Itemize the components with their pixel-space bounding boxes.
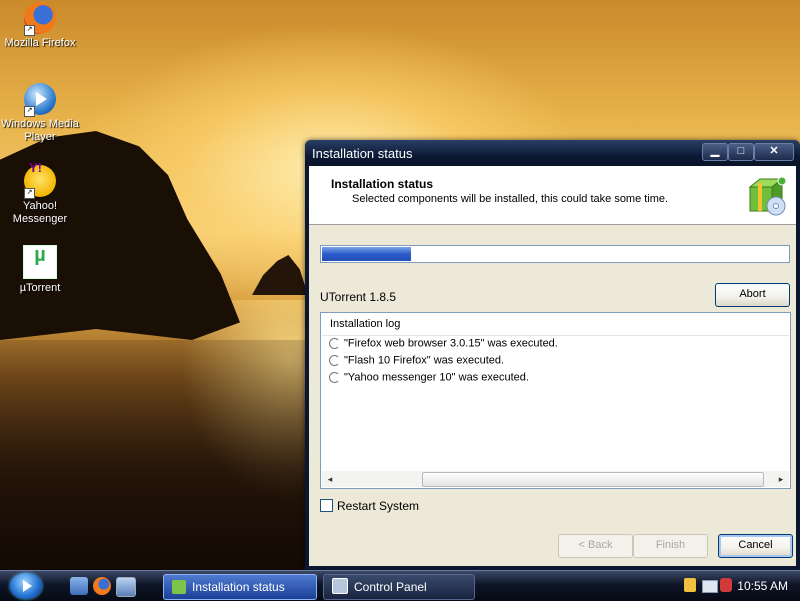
network-icon[interactable] — [702, 580, 718, 593]
finish-button[interactable]: Finish — [633, 534, 708, 558]
wallpaper-rock — [0, 131, 240, 340]
scroll-right-icon[interactable]: ▸ — [773, 471, 789, 487]
close-icon: ✕ — [769, 145, 779, 157]
log-horizontal-scrollbar[interactable]: ◂ ▸ — [322, 471, 789, 487]
clock[interactable]: 10:55 AM — [737, 579, 788, 593]
wallpaper-small-rock — [252, 255, 308, 295]
dialog-header: Installation status Selected components … — [309, 166, 796, 225]
cancel-button[interactable]: Cancel — [718, 534, 793, 558]
log-entry: "Flash 10 Firefox" was executed. — [327, 354, 504, 370]
wallpaper-shore — [0, 340, 320, 570]
taskbar: Installation status Control Panel 10:55 … — [0, 570, 800, 601]
progress-step-icon — [327, 354, 341, 367]
abort-button[interactable]: Abort — [715, 283, 790, 307]
log-entry: "Firefox web browser 3.0.15" was execute… — [327, 337, 558, 353]
back-button[interactable]: < Back — [558, 534, 633, 558]
log-divider — [322, 335, 789, 336]
key-icon[interactable] — [684, 578, 696, 592]
security-alert-icon[interactable] — [720, 578, 732, 592]
restart-label: Restart System — [337, 499, 420, 513]
install-progress-bar — [320, 245, 790, 263]
close-button[interactable]: ✕ — [754, 143, 794, 161]
header-subtitle: Selected components will be installed, t… — [352, 193, 669, 205]
installer-icon — [172, 580, 186, 594]
log-entry-text: "Firefox web browser 3.0.15" was execute… — [344, 337, 558, 350]
log-entry: "Yahoo messenger 10" was executed. — [327, 371, 529, 387]
dialog-body: Installation status Selected components … — [309, 166, 796, 566]
dialog-window-title: Installation status — [312, 146, 413, 161]
checkbox-box[interactable] — [320, 499, 333, 512]
desktop-icon-label: Mozilla Firefox — [4, 37, 76, 49]
taskbar-item-label: Control Panel — [354, 580, 427, 594]
taskbar-item-control-panel[interactable]: Control Panel — [323, 574, 475, 600]
progress-fill — [322, 247, 411, 261]
current-component-label: UTorrent 1.8.5 — [320, 290, 397, 304]
quick-launch-window-icon[interactable] — [116, 577, 136, 597]
utorrent-icon — [23, 245, 57, 279]
yahoo-messenger-icon: ↗ — [24, 161, 56, 199]
minimize-button[interactable]: ▁ — [702, 143, 728, 161]
maximize-icon: □ — [737, 145, 745, 157]
dialog-titlebar[interactable]: Installation status ▁ □ ✕ — [305, 140, 800, 166]
progress-step-icon — [327, 371, 341, 384]
progress-step-icon — [327, 337, 341, 350]
installer-box-icon — [748, 176, 787, 216]
desktop-icon-yahoo-messenger[interactable]: ↗ Yahoo! Messenger — [0, 161, 80, 226]
log-entry-text: "Yahoo messenger 10" was executed. — [344, 371, 529, 384]
restart-system-checkbox[interactable]: Restart System — [320, 499, 419, 513]
desktop-icon-label: Windows Media Player — [1, 118, 79, 143]
minimize-icon: ▁ — [710, 145, 720, 157]
firefox-icon: ↗ — [24, 2, 56, 36]
maximize-button[interactable]: □ — [728, 143, 754, 161]
quick-launch-firefox-icon[interactable] — [93, 577, 111, 595]
desktop-icon-firefox[interactable]: ↗ Mozilla Firefox — [0, 2, 80, 50]
log-entry-text: "Flash 10 Firefox" was executed. — [344, 354, 505, 367]
desktop-icon-media-player[interactable]: ↗ Windows Media Player — [0, 83, 80, 144]
taskbar-item-label: Installation status — [192, 580, 285, 594]
desktop-icon-label: µTorrent — [19, 282, 61, 294]
desktop-icon-label: Yahoo! Messenger — [12, 200, 68, 225]
desktop-icon-utorrent[interactable]: µTorrent — [0, 245, 80, 295]
control-panel-icon — [332, 578, 348, 594]
scrollbar-thumb[interactable] — [422, 472, 764, 487]
media-player-icon: ↗ — [24, 83, 56, 117]
installation-log[interactable]: Installation log "Firefox web browser 3.… — [320, 312, 791, 489]
quick-launch-show-desktop-icon[interactable] — [70, 577, 88, 595]
taskbar-item-installation-status[interactable]: Installation status — [163, 574, 317, 600]
header-title: Installation status — [331, 177, 434, 191]
log-title: Installation log — [330, 318, 401, 330]
installation-dialog: Installation status ▁ □ ✕ Installation s… — [305, 140, 800, 570]
system-tray: 10:55 AM — [680, 575, 800, 597]
start-button[interactable] — [10, 573, 42, 599]
scroll-left-icon[interactable]: ◂ — [322, 471, 338, 487]
